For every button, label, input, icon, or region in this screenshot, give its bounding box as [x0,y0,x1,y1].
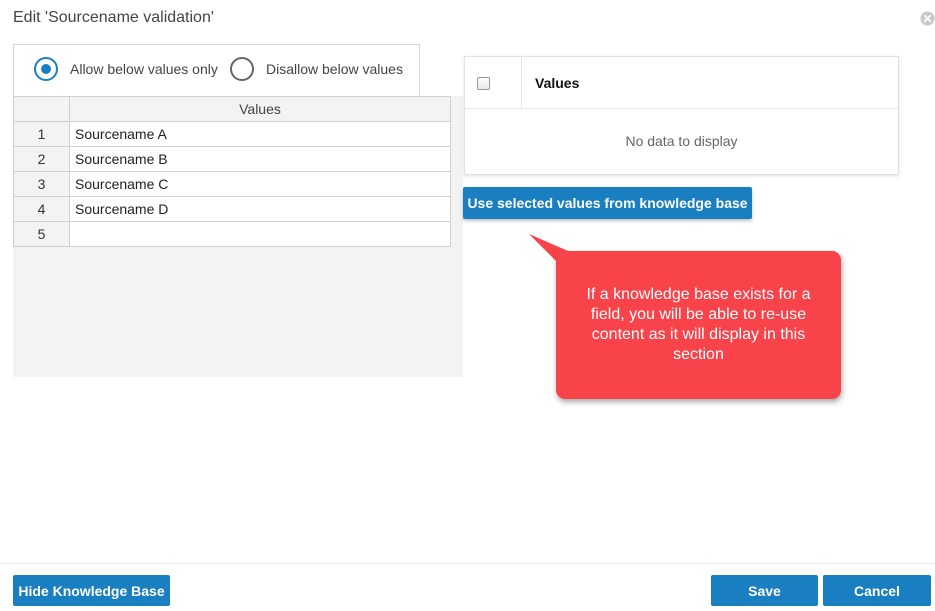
row-value-cell[interactable]: Sourcename B [69,146,451,172]
disallow-values-radio[interactable]: Disallow below values [230,57,403,81]
table-row[interactable]: 2 Sourcename B [13,146,451,172]
knowledge-base-column-title: Values [535,75,580,91]
cancel-button[interactable]: Cancel [823,575,931,606]
dialog-title: Edit 'Sourcename validation' [13,9,214,26]
values-grid: Values 1 Sourcename A 2 Sourcename B 3 S… [13,96,451,247]
save-button[interactable]: Save [711,575,818,606]
close-icon[interactable] [920,11,935,26]
help-callout: If a knowledge base exists for a field, … [556,251,841,399]
footer-divider [0,563,935,564]
row-value-cell[interactable]: Sourcename A [69,121,451,147]
table-row[interactable]: 4 Sourcename D [13,196,451,222]
allow-radio-label: Allow below values only [70,61,218,77]
row-index: 4 [13,196,70,222]
values-grid-container: Values 1 Sourcename A 2 Sourcename B 3 S… [13,96,463,377]
knowledge-base-panel: Values No data to display [464,56,899,175]
validation-mode-selector: Allow below values only Disallow below v… [13,44,420,96]
allow-values-radio[interactable]: Allow below values only [34,57,218,81]
disallow-radio-circle[interactable] [230,57,254,81]
disallow-radio-label: Disallow below values [266,61,403,77]
row-value-cell[interactable]: Sourcename C [69,171,451,197]
row-index: 3 [13,171,70,197]
grid-index-header [13,96,70,122]
row-value-cell[interactable]: Sourcename D [69,196,451,222]
table-row[interactable]: 5 [13,221,451,247]
select-all-checkbox[interactable] [477,77,490,90]
hide-knowledge-base-button[interactable]: Hide Knowledge Base [13,575,170,606]
table-row[interactable]: 1 Sourcename A [13,121,451,147]
row-value-cell[interactable] [69,221,451,247]
row-index: 5 [13,221,70,247]
select-all-cell [465,57,522,109]
allow-radio-circle[interactable] [34,57,58,81]
row-index: 1 [13,121,70,147]
table-row[interactable]: 3 Sourcename C [13,171,451,197]
knowledge-base-header: Values [465,57,898,109]
row-index: 2 [13,146,70,172]
use-selected-values-button[interactable]: Use selected values from knowledge base [463,187,752,219]
empty-state-text: No data to display [625,133,738,149]
grid-values-header: Values [69,96,451,122]
